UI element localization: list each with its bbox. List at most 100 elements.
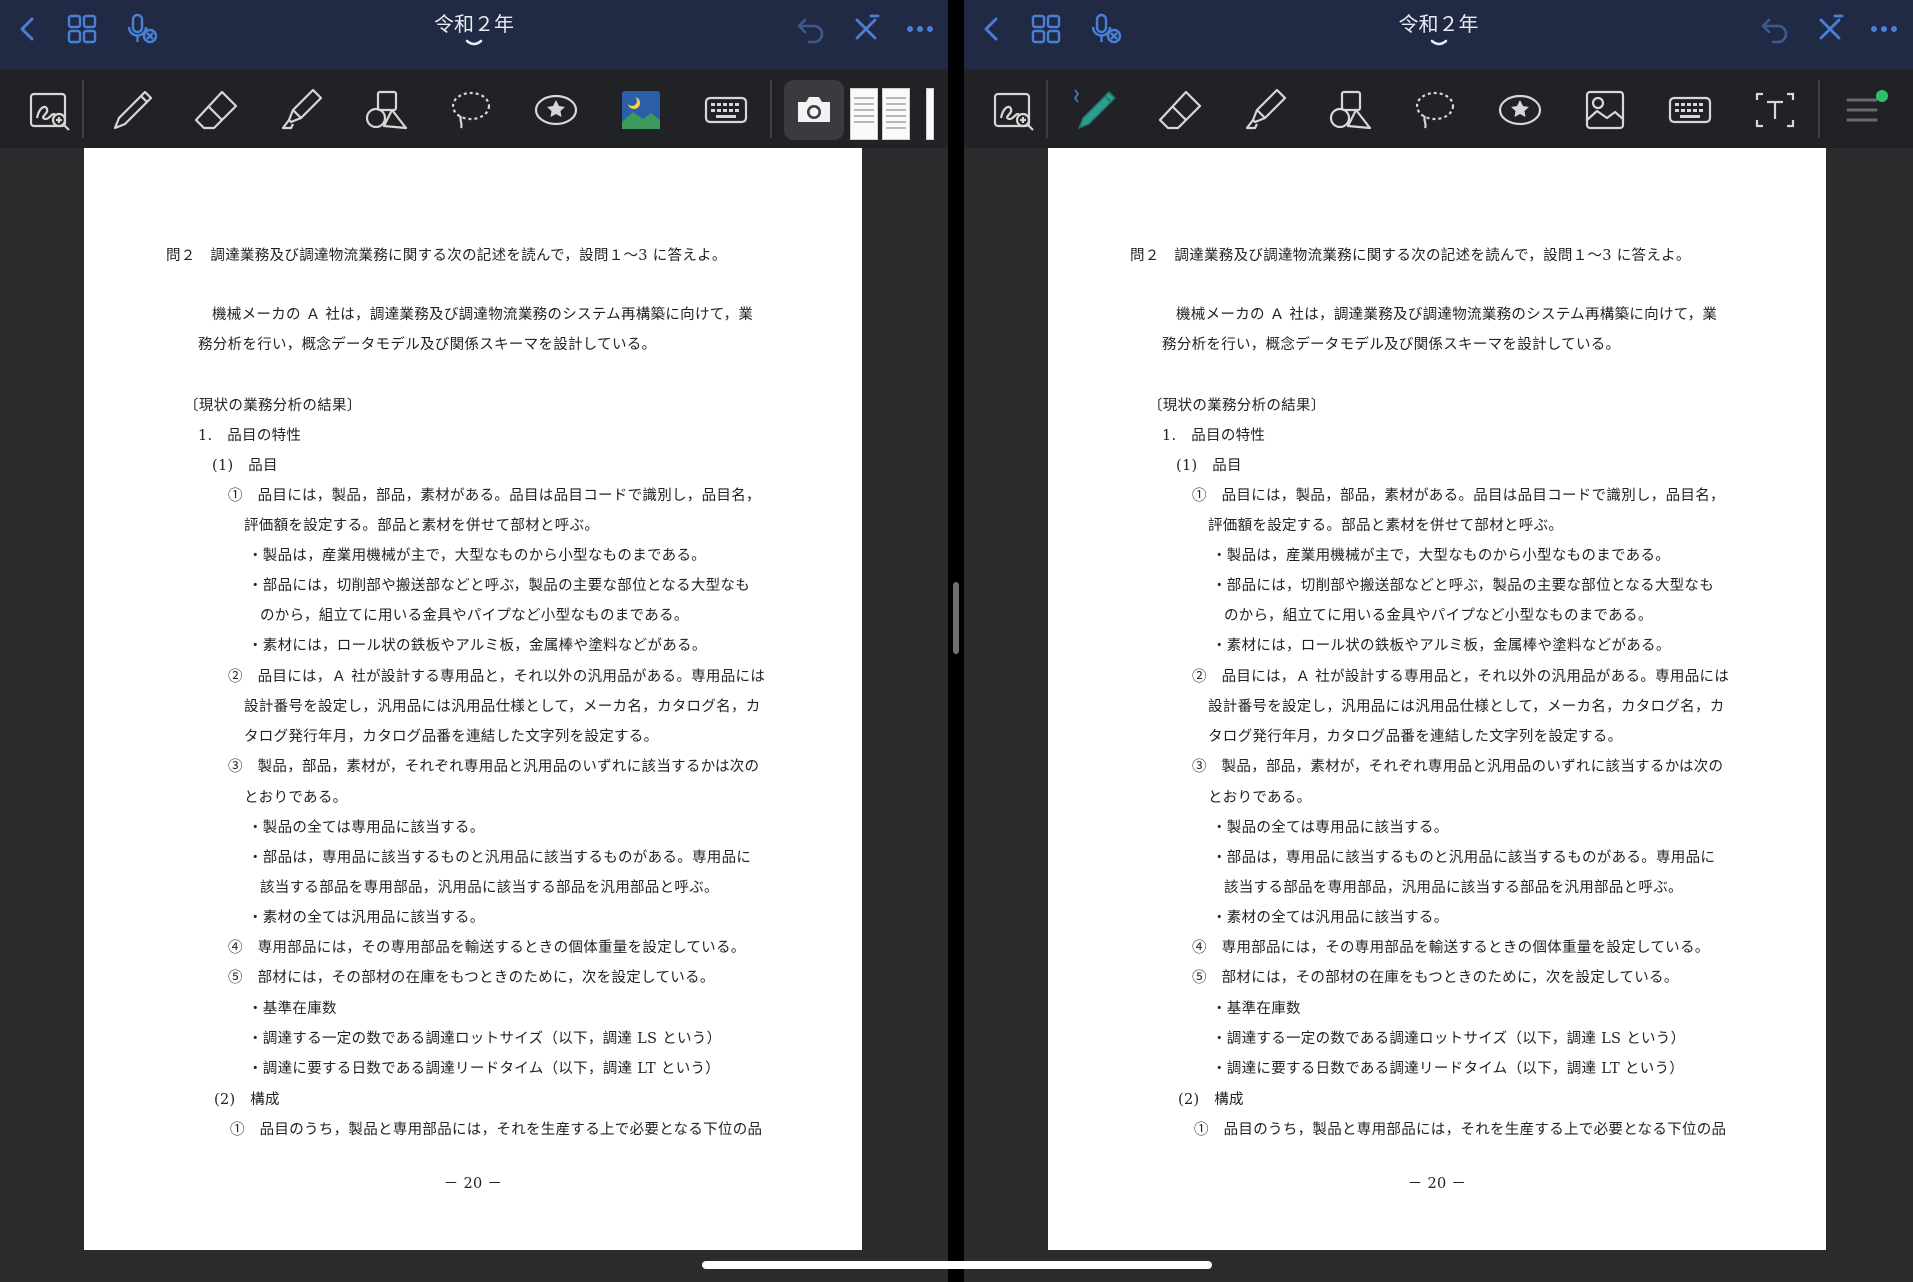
- document-text: 問２ 調達業務及び調達物流業務に関する次の記述を読んで，設問１～3 に答えよ。 …: [84, 148, 862, 1250]
- page-thumbnail[interactable]: [850, 88, 878, 140]
- list-item: ⑤ 部材には，その部材の在庫をもつときのために，次を設定している。: [228, 970, 715, 986]
- highlighter-icon[interactable]: [271, 80, 331, 140]
- mic-muted-icon[interactable]: [122, 9, 162, 49]
- list-item: 1. 品目の特性: [198, 428, 302, 444]
- document-page[interactable]: 問２ 調達業務及び調達物流業務に関する次の記述を読んで，設問１～3 に答えよ。 …: [84, 148, 862, 1250]
- chevron-left-icon[interactable]: [8, 9, 48, 49]
- list-item: タログ発行年月，カタログ品番を連結した文字列を設定する。: [244, 729, 659, 745]
- paragraph-line: 機械メーカの Ａ 社は，調達業務及び調達物流業務のシステム再構築に向けて，業: [1176, 307, 1718, 323]
- list-item: ① 品目には，製品，部品，素材がある。品目は品目コードで識別し，品目名，: [228, 488, 761, 504]
- highlighter-icon[interactable]: [1235, 80, 1295, 140]
- navbar-left: 令和２年: [0, 0, 948, 70]
- more-icon[interactable]: [900, 9, 940, 49]
- toolbar-divider: [1818, 80, 1820, 138]
- section-heading: 〔現状の業務分析の結果〕: [1148, 398, 1326, 414]
- list-item: ③ 製品，部品，素材が，それぞれ専用品と汎用品のいずれに該当するかは次の: [1192, 759, 1724, 775]
- list-item: (1) 品目: [1176, 458, 1242, 474]
- list-item: (1) 品目: [212, 458, 278, 474]
- undo-icon[interactable]: [1754, 9, 1794, 49]
- document-title[interactable]: 令和２年: [1399, 8, 1479, 37]
- list-item: ② 品目には，Ａ 社が設計する専用品と，それ以外の汎用品がある。専用品には: [228, 669, 766, 685]
- list-item: ・製品の全ては専用品に該当する。: [248, 820, 485, 836]
- list-item: (2) 構成: [214, 1092, 280, 1108]
- more-icon[interactable]: [1864, 9, 1904, 49]
- navbar-right: 令和２年: [964, 0, 1913, 70]
- pen-icon[interactable]: [1065, 80, 1125, 140]
- grid-icon[interactable]: [62, 9, 102, 49]
- camera-icon[interactable]: [784, 80, 844, 140]
- page-thumbnails[interactable]: [850, 84, 942, 140]
- list-item: ⑤ 部材には，その部材の在庫をもつときのために，次を設定している。: [1192, 970, 1679, 986]
- paragraph-line: 務分析を行い，概念データモデル及び関係スキーマを設計している。: [198, 337, 657, 353]
- list-item: ① 品目のうち，製品と専用部品には，それを生産する上で必要となる下位の品: [230, 1122, 763, 1138]
- list-item: とおりである。: [244, 790, 348, 806]
- list-item: ・調達する一定の数である調達ロットサイズ（以下，調達 LS という）: [1212, 1031, 1686, 1047]
- lasso-zoom-icon[interactable]: [19, 80, 79, 140]
- close-pen-icon[interactable]: [1810, 9, 1850, 49]
- image-icon[interactable]: [1575, 80, 1635, 140]
- list-item: とおりである。: [1208, 790, 1312, 806]
- list-item: ・部品は，専用品に該当するものと汎用品に該当するものがある。専用品に: [1212, 850, 1716, 866]
- grid-icon[interactable]: [1026, 9, 1066, 49]
- list-item: ・部品には，切削部や搬送部などと呼ぶ，製品の主要な部位となる大型なも: [248, 578, 751, 594]
- shapes-icon[interactable]: [1320, 80, 1380, 140]
- list-item: ① 品目には，製品，部品，素材がある。品目は品目コードで識別し，品目名，: [1192, 488, 1725, 504]
- list-item: ④ 専用部品には，その専用部品を輸送するときの個体重量を設定している。: [228, 940, 746, 956]
- shapes-icon[interactable]: [356, 80, 416, 140]
- lasso-icon[interactable]: [1405, 80, 1465, 140]
- list-item: ③ 製品，部品，素材が，それぞれ専用品と汎用品のいずれに該当するかは次の: [228, 759, 760, 775]
- list-item: ② 品目には，Ａ 社が設計する専用品と，それ以外の汎用品がある。専用品には: [1192, 669, 1730, 685]
- list-item: 1. 品目の特性: [1162, 428, 1266, 444]
- page-number: － 20 －: [443, 1176, 503, 1192]
- list-item: ・製品は，産業用機械が主で，大型なものから小型なものまである。: [248, 548, 707, 564]
- list-item: ・素材には，ロール状の鉄板やアルミ板，金属棒や塗料などがある。: [248, 638, 707, 654]
- list-item: 設計番号を設定し，汎用品には汎用品仕様として，メーカ名，カタログ名，カ: [244, 699, 761, 715]
- toolbar-menu-icon[interactable]: [1836, 80, 1896, 140]
- list-item: ・素材の全ては汎用品に該当する。: [248, 910, 485, 926]
- split-view-handle[interactable]: [953, 582, 959, 654]
- list-item: (2) 構成: [1178, 1092, 1244, 1108]
- list-item: ④ 専用部品には，その専用部品を輸送するときの個体重量を設定している。: [1192, 940, 1710, 956]
- home-indicator[interactable]: [702, 1261, 1212, 1269]
- list-item: ・部品は，専用品に該当するものと汎用品に該当するものがある。専用品に: [248, 850, 752, 866]
- page-thumbnail[interactable]: [882, 88, 910, 140]
- pen-icon[interactable]: [101, 80, 161, 140]
- list-item: ・基準在庫数: [1212, 1001, 1301, 1017]
- eraser-icon[interactable]: [1150, 80, 1210, 140]
- keyboard-icon[interactable]: [1660, 80, 1720, 140]
- keyboard-icon[interactable]: [696, 80, 756, 140]
- question-heading: 問２ 調達業務及び調達物流業務に関する次の記述を読んで，設問１～3 に答えよ。: [166, 248, 727, 264]
- page-number: － 20 －: [1407, 1176, 1467, 1192]
- list-item: ・調達に要する日数である調達リードタイム（以下，調達 LT という）: [248, 1061, 721, 1077]
- undo-icon[interactable]: [790, 9, 830, 49]
- lasso-icon[interactable]: [441, 80, 501, 140]
- list-item: タログ発行年月，カタログ品番を連結した文字列を設定する。: [1208, 729, 1623, 745]
- list-item: ・素材の全ては汎用品に該当する。: [1212, 910, 1449, 926]
- list-item: ・調達する一定の数である調達ロットサイズ（以下，調達 LS という）: [248, 1031, 722, 1047]
- close-pen-icon[interactable]: [846, 9, 886, 49]
- list-item: 設計番号を設定し，汎用品には汎用品仕様として，メーカ名，カタログ名，カ: [1208, 699, 1725, 715]
- chevron-left-icon[interactable]: [972, 9, 1012, 49]
- chevron-down-icon[interactable]: [464, 38, 484, 50]
- list-item: 評価額を設定する。部品と素材を併せて部材と呼ぶ。: [244, 518, 600, 534]
- page-thumbnail[interactable]: [926, 88, 934, 140]
- list-item: のから，組立てに用いる金具やパイプなど小型なものまである。: [260, 608, 689, 624]
- sticker-icon[interactable]: [1490, 80, 1550, 140]
- document-page[interactable]: 問２ 調達業務及び調達物流業務に関する次の記述を読んで，設問１～3 に答えよ。 …: [1048, 148, 1826, 1250]
- list-item: ・部品には，切削部や搬送部などと呼ぶ，製品の主要な部位となる大型なも: [1212, 578, 1715, 594]
- image-icon[interactable]: [611, 80, 671, 140]
- right-pane: 令和２年 問２ 調達業務及び調達物流業務に関する次の記述を読んで，設問１～3 に…: [964, 0, 1913, 1282]
- list-item: ・調達に要する日数である調達リードタイム（以下，調達 LT という）: [1212, 1061, 1685, 1077]
- list-item: ・製品は，産業用機械が主で，大型なものから小型なものまである。: [1212, 548, 1671, 564]
- list-item: ・素材には，ロール状の鉄板やアルミ板，金属棒や塗料などがある。: [1212, 638, 1671, 654]
- chevron-down-icon[interactable]: [1429, 38, 1449, 50]
- text-box-icon[interactable]: [1745, 80, 1805, 140]
- document-title[interactable]: 令和２年: [434, 8, 514, 37]
- mic-muted-icon[interactable]: [1086, 9, 1126, 49]
- sticker-icon[interactable]: [526, 80, 586, 140]
- section-heading: 〔現状の業務分析の結果〕: [184, 398, 362, 414]
- list-item: 評価額を設定する。部品と素材を併せて部材と呼ぶ。: [1208, 518, 1564, 534]
- lasso-zoom-icon[interactable]: [983, 80, 1043, 140]
- question-heading: 問２ 調達業務及び調達物流業務に関する次の記述を読んで，設問１～3 に答えよ。: [1130, 248, 1691, 264]
- eraser-icon[interactable]: [186, 80, 246, 140]
